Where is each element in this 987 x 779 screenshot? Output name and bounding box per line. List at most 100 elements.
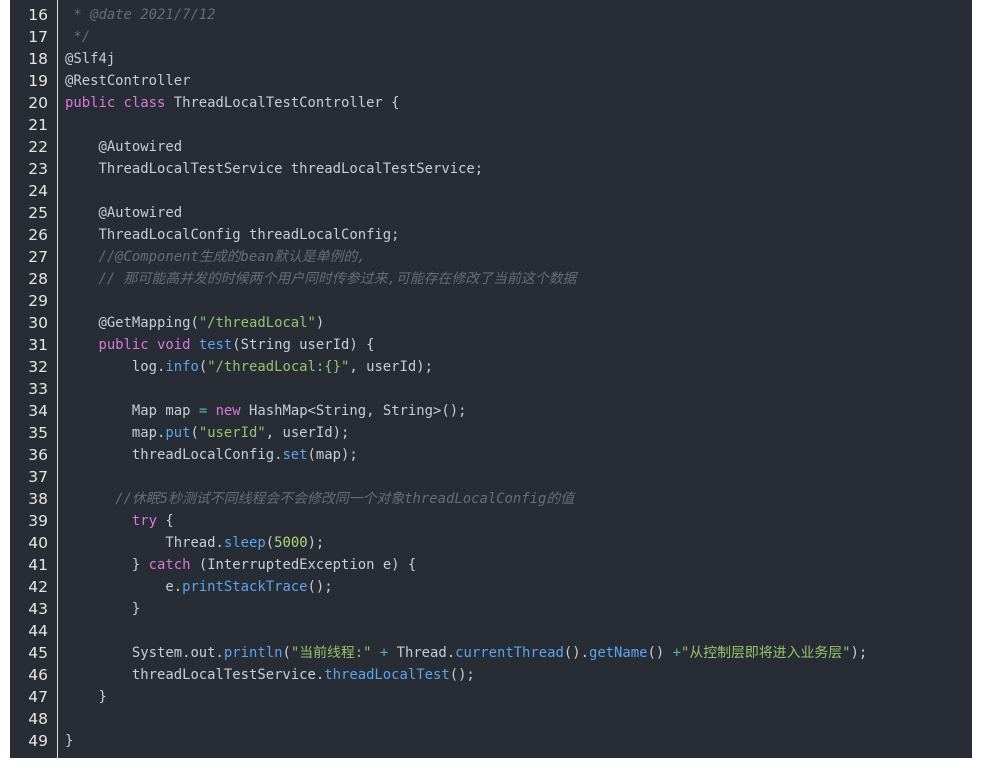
- code-text[interactable]: //@Component生成的bean默认是单例的,: [65, 246, 366, 268]
- code-line: 27 //@Component生成的bean默认是单例的,: [10, 246, 972, 268]
- code-token: @GetMapping(: [65, 315, 199, 331]
- code-token: (map);: [307, 447, 358, 463]
- code-text[interactable]: log.info("/threadLocal:{}", userId);: [65, 356, 433, 378]
- code-line: 37: [10, 466, 972, 488]
- code-token: new: [215, 403, 241, 419]
- code-line: 28 // 那可能高并发的时候两个用户同时传参过来,可能存在修改了当前这个数据: [10, 268, 972, 290]
- code-token: ();: [449, 667, 475, 683]
- code-text[interactable]: ThreadLocalTestService threadLocalTestSe…: [65, 158, 483, 180]
- code-line: 46 threadLocalTestService.threadLocalTes…: [10, 664, 972, 686]
- line-number: 43: [28, 600, 48, 618]
- code-text[interactable]: threadLocalTestService.threadLocalTest()…: [65, 664, 475, 686]
- code-text[interactable]: @Slf4j: [65, 48, 115, 70]
- code-text[interactable]: threadLocalConfig.set(map);: [65, 444, 358, 466]
- code-text[interactable]: @Autowired: [65, 136, 182, 158]
- code-token: +: [379, 645, 389, 661]
- code-text[interactable]: public class ThreadLocalTestController {: [65, 92, 400, 114]
- code-text[interactable]: public void test(String userId) {: [65, 334, 374, 356]
- code-token: @RestController: [65, 73, 191, 89]
- line-number: 26: [28, 226, 48, 244]
- code-text[interactable]: }: [65, 598, 140, 620]
- code-line: 45 System.out.println("当前线程:" + Thread.c…: [10, 642, 972, 664]
- code-token: //@Component生成的bean默认是单例的,: [65, 249, 366, 265]
- line-number: 23: [28, 160, 48, 178]
- code-token: }: [65, 557, 149, 573]
- line-number: 29: [28, 292, 48, 310]
- code-text[interactable]: */: [65, 26, 90, 48]
- code-line: 25 @Autowired: [10, 202, 972, 224]
- code-token: "userId": [198, 425, 266, 441]
- code-token: threadLocalTestService.: [65, 667, 325, 683]
- code-token: ): [315, 315, 325, 331]
- line-number: 44: [28, 622, 48, 640]
- code-line: 21: [10, 114, 972, 136]
- code-token: , userId);: [349, 359, 433, 375]
- code-text[interactable]: @Autowired: [65, 202, 182, 224]
- code-line: 26 ThreadLocalConfig threadLocalConfig;: [10, 224, 972, 246]
- code-token: ();: [307, 579, 333, 595]
- code-line: 17 */: [10, 26, 972, 48]
- code-text[interactable]: * @date 2021/7/12: [65, 4, 216, 26]
- code-text[interactable]: try {: [65, 510, 174, 532]
- code-line: 39 try {: [10, 510, 972, 532]
- code-editor[interactable]: 16 * @date 2021/7/12 17 */18 @Slf4j 19 @Rest…: [10, 0, 972, 758]
- code-token: 5000: [274, 535, 308, 551]
- code-text[interactable]: }: [65, 686, 107, 708]
- code-line: 29: [10, 290, 972, 312]
- code-text[interactable]: e.printStackTrace();: [65, 576, 333, 598]
- line-number: 28: [28, 270, 48, 288]
- code-text[interactable]: map.put("userId", userId);: [65, 422, 349, 444]
- code-token: (: [282, 645, 291, 661]
- code-token: "/threadLocal": [198, 315, 316, 331]
- code-token: Thread.: [388, 645, 456, 661]
- code-token: //休眠5秒测试不同线程会不会修改同一个对象threadLocalConfig的…: [65, 491, 575, 507]
- code-token: map.: [65, 425, 166, 441]
- code-token: ThreadLocalTestController {: [165, 95, 400, 111]
- code-token: );: [850, 645, 868, 661]
- line-number: 33: [28, 380, 48, 398]
- code-token: "/threadLocal:{}": [207, 359, 350, 375]
- code-token: (: [190, 425, 199, 441]
- line-number: 32: [28, 358, 48, 376]
- code-text[interactable]: } catch (InterruptedException e) {: [65, 554, 416, 576]
- code-line: 43 }: [10, 598, 972, 620]
- code-text[interactable]: Map map = new HashMap<String, String>();: [65, 400, 467, 422]
- code-token: ThreadLocalTestService threadLocalTestSe…: [65, 161, 484, 177]
- code-line: 31 public void test(String userId) {: [10, 334, 972, 356]
- code-text[interactable]: Thread.sleep(5000);: [65, 532, 324, 554]
- code-line: 24: [10, 180, 972, 202]
- code-line: 22 @Autowired: [10, 136, 972, 158]
- code-token: e.: [65, 579, 183, 595]
- code-token: }: [65, 601, 141, 617]
- code-token: }: [65, 689, 107, 705]
- code-token: info: [165, 359, 199, 375]
- code-line: 48: [10, 708, 972, 730]
- code-text[interactable]: @RestController: [65, 70, 190, 92]
- line-number: 22: [28, 138, 48, 156]
- code-token: (String userId) {: [232, 337, 375, 353]
- line-number: 49: [28, 732, 48, 750]
- code-token: println: [223, 645, 283, 661]
- code-token: currentThread: [455, 645, 564, 661]
- code-line: 41 } catch (InterruptedException e) {: [10, 554, 972, 576]
- code-text[interactable]: System.out.println("当前线程:" + Thread.curr…: [65, 642, 867, 664]
- line-number: 31: [28, 336, 48, 354]
- code-line: 20 public class ThreadLocalTestController…: [10, 92, 972, 114]
- code-line: 35 map.put("userId", userId);: [10, 422, 972, 444]
- line-number: 45: [28, 644, 48, 662]
- line-number: 37: [28, 468, 48, 486]
- code-text[interactable]: ThreadLocalConfig threadLocalConfig;: [65, 224, 399, 246]
- code-token: * @date 2021/7/12: [65, 7, 216, 23]
- code-line: 30 @GetMapping("/threadLocal"): [10, 312, 972, 334]
- code-text[interactable]: }: [65, 730, 73, 752]
- code-token: threadLocalTest: [324, 667, 450, 683]
- code-token: public class: [65, 95, 166, 111]
- code-token: (): [647, 645, 673, 661]
- code-text[interactable]: @GetMapping("/threadLocal"): [65, 312, 324, 334]
- code-token: {: [157, 513, 174, 529]
- code-token: test: [198, 337, 233, 353]
- code-text[interactable]: // 那可能高并发的时候两个用户同时传参过来,可能存在修改了当前这个数据: [65, 268, 576, 290]
- code-text[interactable]: //休眠5秒测试不同线程会不会修改同一个对象threadLocalConfig的…: [65, 488, 574, 510]
- code-token: +: [672, 645, 681, 661]
